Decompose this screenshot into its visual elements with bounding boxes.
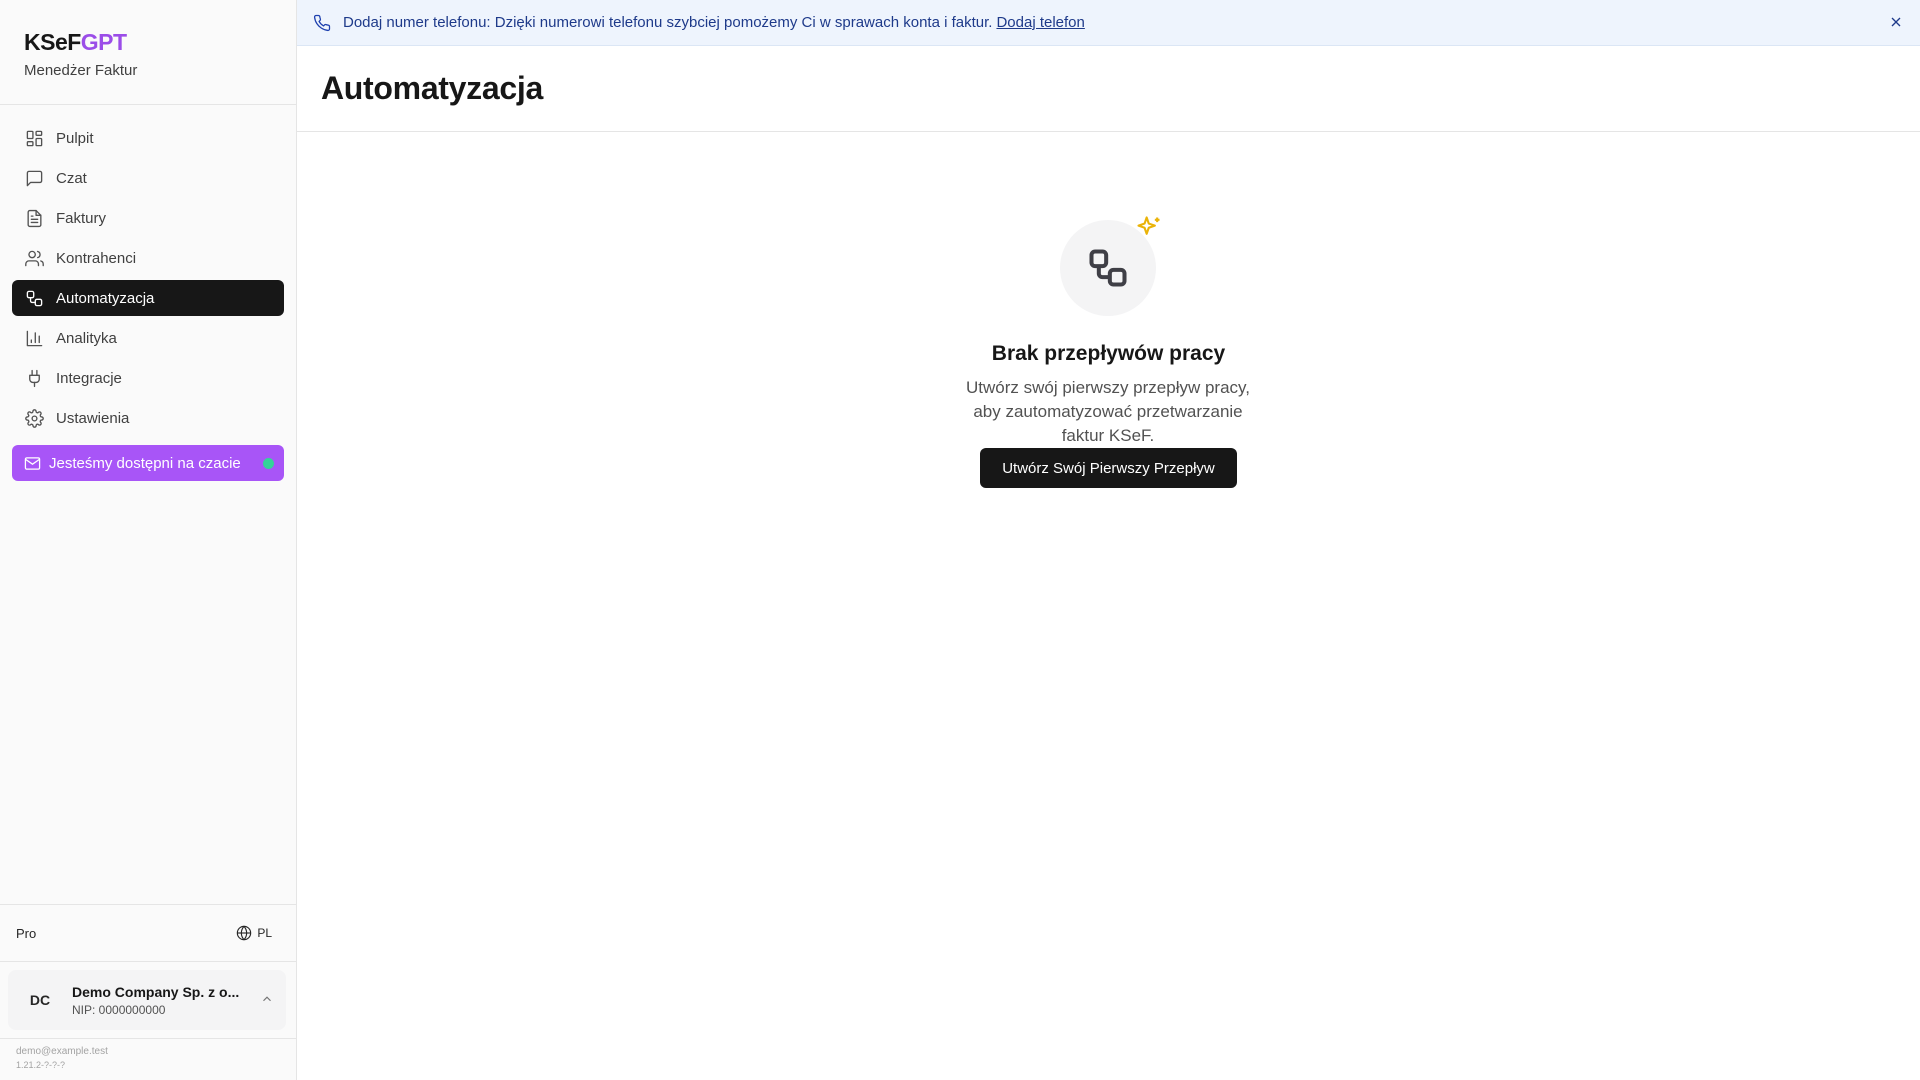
brand[interactable]: KSeFGPT Menedżer Faktur bbox=[24, 28, 137, 79]
phone-icon bbox=[313, 14, 331, 32]
brand-logo: KSeFGPT bbox=[24, 28, 137, 56]
sidebar-item-ustawienia[interactable]: Ustawienia bbox=[12, 400, 284, 436]
sidebar-item-czat[interactable]: Czat bbox=[12, 160, 284, 196]
chat-icon bbox=[24, 168, 44, 188]
create-first-workflow-button[interactable]: Utwórz Swój Pierwszy Przepływ bbox=[980, 448, 1237, 488]
sidebar-item-label: Kontrahenci bbox=[56, 249, 137, 267]
sparkle-icon bbox=[1135, 214, 1163, 242]
sidebar-item-label: Ustawienia bbox=[56, 409, 130, 427]
company-name: Demo Company Sp. z o... bbox=[72, 983, 240, 1000]
sidebar-item-automatyzacja[interactable]: Automatyzacja bbox=[12, 280, 284, 316]
page-title: Automatyzacja bbox=[321, 70, 543, 106]
globe-icon bbox=[237, 925, 252, 941]
page-header: Automatyzacja bbox=[297, 46, 1920, 132]
brand-title-part1: KSeF bbox=[24, 29, 81, 55]
phone-banner: Dodaj numer telefonu: Dzięki numerowi te… bbox=[297, 0, 1920, 46]
plug-icon bbox=[24, 368, 44, 388]
brand-title-part2: GPT bbox=[80, 29, 127, 55]
mail-icon bbox=[24, 455, 49, 472]
company-nip: NIP: 0000000000 bbox=[72, 1002, 166, 1017]
app-version: 1.21.2-?-?-? bbox=[16, 1060, 66, 1070]
sidebar-item-label: Czat bbox=[56, 169, 87, 187]
dashboard-icon bbox=[24, 128, 44, 148]
avatar: DC bbox=[20, 980, 60, 1020]
document-icon bbox=[24, 208, 44, 228]
plan-label: Pro bbox=[16, 925, 37, 941]
divider bbox=[0, 1038, 296, 1039]
sidebar-item-faktury[interactable]: Faktury bbox=[12, 200, 284, 236]
sidebar-item-integracje[interactable]: Integracje bbox=[12, 360, 284, 396]
language-label: PL bbox=[257, 926, 272, 940]
sidebar-item-label: Automatyzacja bbox=[56, 289, 155, 307]
add-phone-link[interactable]: Dodaj telefon bbox=[996, 14, 1084, 31]
sidebar: KSeFGPT Menedżer Faktur Pulpit Czat Fakt… bbox=[0, 0, 297, 1080]
sidebar-item-analityka[interactable]: Analityka bbox=[12, 320, 284, 356]
bar-chart-icon bbox=[24, 328, 44, 348]
language-switcher[interactable]: PL bbox=[236, 925, 272, 941]
sidebar-item-label: Faktury bbox=[56, 209, 107, 227]
sidebar-nav: Pulpit Czat Faktury Kontrahenci Automaty… bbox=[12, 120, 284, 440]
chevron-up-icon bbox=[260, 992, 274, 1011]
divider bbox=[0, 961, 296, 962]
plan-row: Pro PL bbox=[16, 925, 272, 941]
company-switcher[interactable]: DC Demo Company Sp. z o... NIP: 00000000… bbox=[8, 970, 286, 1030]
chat-cta-label: Jesteśmy dostępni na czacie bbox=[49, 454, 241, 472]
gear-icon bbox=[24, 408, 44, 428]
close-icon[interactable] bbox=[1888, 14, 1904, 30]
empty-state-title: Brak przepływów pracy bbox=[991, 342, 1226, 365]
user-email: demo@example.test bbox=[16, 1046, 108, 1057]
sidebar-item-label: Integracje bbox=[56, 369, 122, 387]
sidebar-item-label: Pulpit bbox=[56, 129, 94, 147]
divider bbox=[0, 104, 296, 105]
sidebar-item-label: Analityka bbox=[56, 329, 117, 347]
workflow-icon bbox=[24, 288, 44, 308]
empty-state-description: Utwórz swój pierwszy przepływ pracy, aby… bbox=[965, 378, 1251, 445]
chat-cta-button[interactable]: Jesteśmy dostępni na czacie bbox=[12, 445, 284, 481]
banner-text: Dodaj numer telefonu: Dzięki numerowi te… bbox=[343, 14, 993, 31]
sidebar-item-pulpit[interactable]: Pulpit bbox=[12, 120, 284, 156]
users-icon bbox=[24, 248, 44, 268]
sidebar-item-kontrahenci[interactable]: Kontrahenci bbox=[12, 240, 284, 276]
brand-subtitle: Menedżer Faktur bbox=[24, 62, 138, 79]
divider bbox=[0, 904, 296, 905]
online-status-dot bbox=[263, 458, 274, 469]
